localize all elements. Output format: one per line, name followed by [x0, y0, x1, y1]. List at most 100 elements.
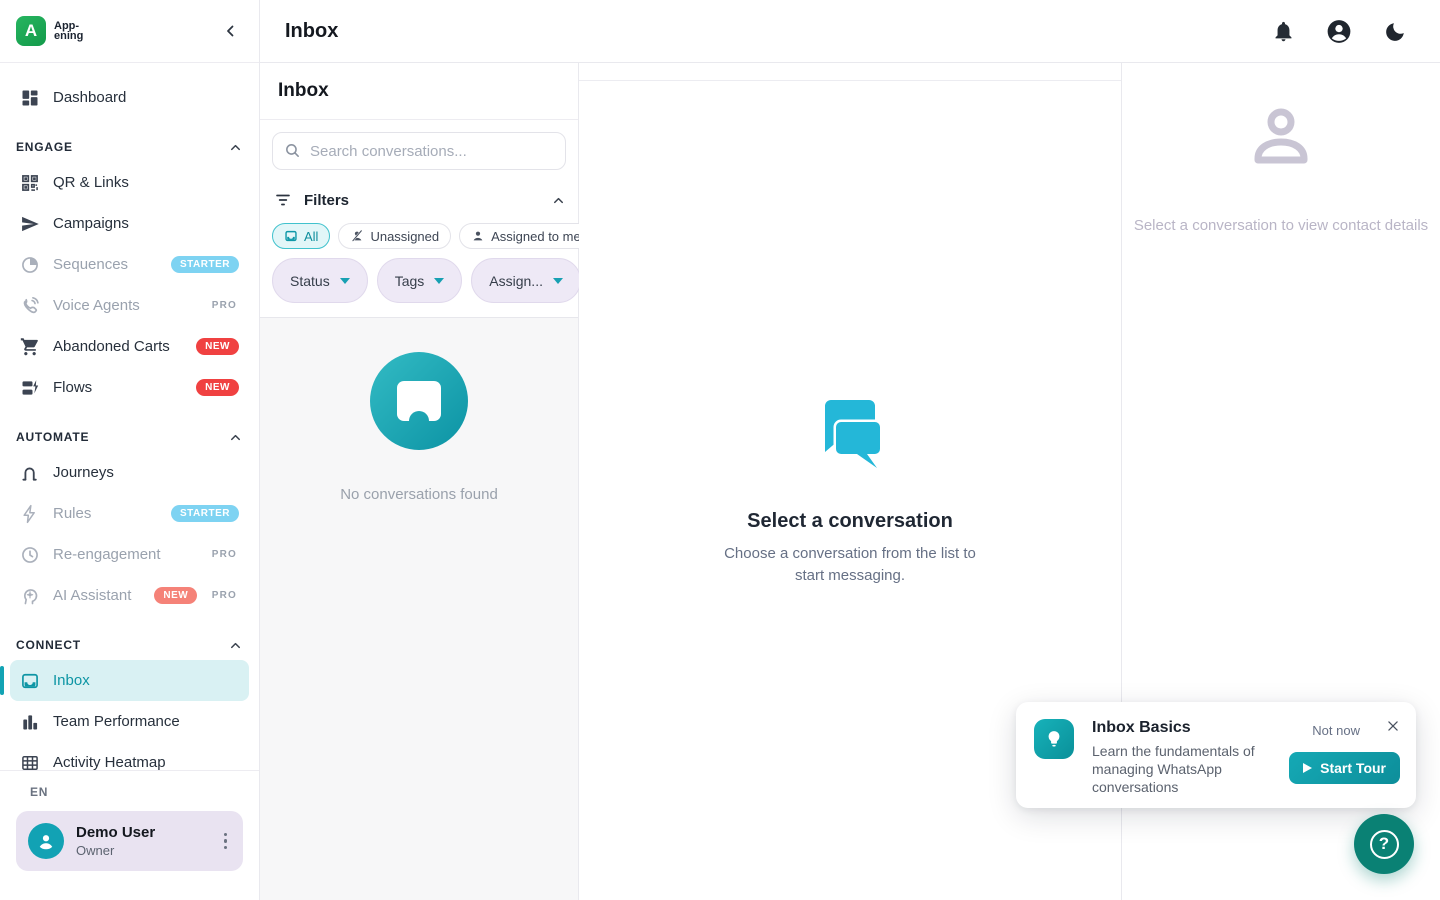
sidebar-item-label: Abandoned Carts [53, 338, 170, 355]
language-label[interactable]: EN [30, 785, 259, 799]
lightbulb-icon [1034, 719, 1074, 759]
section-header-connect[interactable]: CONNECT [10, 630, 249, 660]
user-role: Owner [76, 843, 155, 858]
person-off-icon [350, 229, 364, 243]
sidebar-item-label: Re-engagement [53, 546, 161, 563]
search-icon [284, 142, 301, 164]
bell-icon [1272, 20, 1295, 43]
chat-empty-subtitle: Choose a conversation from the list to s… [710, 543, 990, 587]
question-mark-icon: ? [1370, 830, 1399, 859]
empty-list-text: No conversations found [340, 486, 498, 503]
dropdown-label: Tags [395, 273, 425, 289]
start-tour-button[interactable]: Start Tour [1289, 752, 1400, 784]
person-icon [471, 229, 485, 243]
user-name: Demo User [76, 824, 155, 841]
pro-tag: PRO [212, 590, 239, 601]
clock-icon [20, 545, 40, 565]
ai-head-icon [20, 586, 40, 606]
filters-section: Filters All Unassigned [260, 182, 578, 317]
caret-down-icon [434, 278, 444, 284]
chevron-up-icon [228, 638, 243, 653]
sidebar-item-voice-agents[interactable]: Voice Agents PRO [10, 285, 249, 326]
conversation-list-empty-state: No conversations found [260, 317, 578, 900]
pro-tag: PRO [212, 549, 239, 560]
chevron-up-icon [228, 430, 243, 445]
heatmap-grid-icon [20, 753, 40, 771]
section-label: ENGAGE [16, 140, 73, 154]
filter-chip-unassigned[interactable]: Unassigned [338, 223, 451, 249]
filter-chips-row: All Unassigned Assigned to me [272, 223, 566, 249]
start-tour-label: Start Tour [1320, 760, 1386, 776]
chevron-up-icon [228, 140, 243, 155]
sidebar-item-journeys[interactable]: Journeys [10, 452, 249, 493]
sidebar-item-label: Dashboard [53, 89, 126, 106]
sidebar-header: A App- ening [0, 0, 259, 63]
sidebar-item-inbox[interactable]: Inbox [10, 660, 249, 701]
sidebar-item-label: AI Assistant [53, 587, 131, 604]
sidebar-item-label: Sequences [53, 256, 128, 273]
chevron-up-icon [551, 193, 566, 208]
send-icon [20, 214, 40, 234]
filter-chip-assigned-to-me[interactable]: Assigned to me [459, 223, 593, 249]
panel-title-row: Inbox [260, 63, 578, 120]
tour-popup: Inbox Basics Learn the fundamentals of m… [1016, 702, 1416, 808]
section-header-engage[interactable]: ENGAGE [10, 132, 249, 162]
conversation-list-panel: Inbox Filters [260, 63, 579, 900]
filter-chip-all[interactable]: All [272, 223, 330, 249]
header-actions [1270, 18, 1408, 44]
starter-badge: STARTER [171, 505, 239, 522]
search-input[interactable] [272, 132, 566, 170]
phone-voice-icon [20, 296, 40, 316]
page-title: Inbox [285, 20, 338, 43]
sidebar-item-re-engagement[interactable]: Re-engagement PRO [10, 534, 249, 575]
sidebar-item-sequences[interactable]: Sequences STARTER [10, 244, 249, 285]
account-button[interactable] [1326, 18, 1352, 44]
chip-label: Assigned to me [491, 229, 581, 244]
filters-header[interactable]: Filters [272, 186, 566, 214]
new-badge: NEW [196, 338, 239, 355]
status-dropdown[interactable]: Status [272, 258, 368, 303]
brand-name-line2: ening [54, 31, 83, 41]
person-icon [35, 830, 57, 852]
chip-label: Unassigned [370, 229, 439, 244]
sidebar-item-campaigns[interactable]: Campaigns [10, 203, 249, 244]
person-outline-icon [1248, 108, 1314, 174]
new-badge: NEW [154, 587, 197, 604]
qr-code-icon [20, 173, 40, 193]
sidebar-item-activity-heatmap[interactable]: Activity Heatmap [10, 742, 249, 770]
chat-bubbles-icon [809, 394, 891, 476]
sidebar-item-ai-assistant[interactable]: AI Assistant NEW PRO [10, 575, 249, 616]
sidebar-item-label: QR & Links [53, 174, 129, 191]
tour-dismiss-button[interactable]: Not now [1312, 723, 1360, 738]
tags-dropdown[interactable]: Tags [377, 258, 463, 303]
sidebar-footer: EN Demo User Owner [0, 770, 259, 900]
user-menu-button[interactable] [218, 827, 234, 856]
assignee-dropdown[interactable]: Assign... [471, 258, 581, 303]
notifications-button[interactable] [1270, 18, 1296, 44]
panel-title: Inbox [278, 80, 329, 102]
sidebar-item-label: Journeys [53, 464, 114, 481]
dropdown-label: Status [290, 273, 330, 289]
sidebar-item-dashboard[interactable]: Dashboard [10, 77, 249, 118]
user-card[interactable]: Demo User Owner [16, 811, 243, 871]
sidebar-collapse-button[interactable] [217, 17, 245, 45]
sidebar-item-abandoned-carts[interactable]: Abandoned Carts NEW [10, 326, 249, 367]
app-root: A App- ening Dashboard ENGAGE [0, 0, 1440, 900]
sidebar-item-rules[interactable]: Rules STARTER [10, 493, 249, 534]
flows-icon [20, 378, 40, 398]
sidebar-item-label: Voice Agents [53, 297, 140, 314]
help-button[interactable]: ? [1354, 814, 1414, 874]
bar-chart-icon [20, 712, 40, 732]
sidebar-item-qr-links[interactable]: QR & Links [10, 162, 249, 203]
sidebar-item-team-performance[interactable]: Team Performance [10, 701, 249, 742]
section-label: CONNECT [16, 638, 81, 652]
theme-toggle-button[interactable] [1382, 18, 1408, 44]
sidebar-item-flows[interactable]: Flows NEW [10, 367, 249, 408]
lightning-bolt-icon [20, 504, 40, 524]
sidebar-item-label: Activity Heatmap [53, 754, 166, 770]
section-header-automate[interactable]: AUTOMATE [10, 422, 249, 452]
brand-logo-icon: A [16, 16, 46, 46]
filters-label: Filters [304, 192, 349, 209]
inbox-icon [20, 671, 40, 691]
close-icon[interactable] [1382, 715, 1404, 737]
